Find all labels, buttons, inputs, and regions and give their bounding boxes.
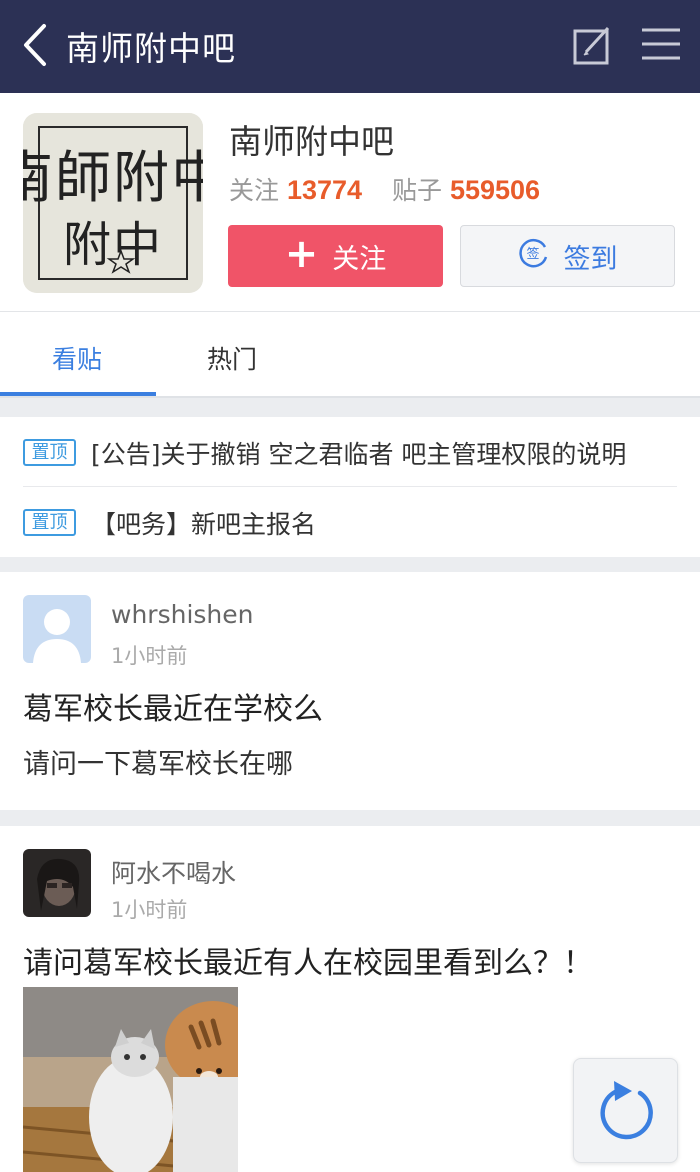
follow-count: 13774 xyxy=(286,175,363,205)
pinned-item[interactable]: 置顶 [公告]关于撤销 空之君临者 吧主管理权限的说明 xyxy=(0,417,700,487)
pinned-list: 置顶 [公告]关于撤销 空之君临者 吧主管理权限的说明 置顶 【吧务】新吧主报名 xyxy=(0,417,700,557)
tab-posts[interactable]: 看贴 xyxy=(52,340,102,376)
pinned-title: [公告]关于撤销 空之君临者 吧主管理权限的说明 xyxy=(91,440,627,469)
logo-lettering: 南師附中 xyxy=(23,146,203,211)
tab-hot[interactable]: 热门 xyxy=(207,340,257,376)
post-title[interactable]: 葛军校长最近在学校么 xyxy=(23,684,323,728)
follow-button[interactable]: + 关注 xyxy=(228,225,443,287)
svg-text:签: 签 xyxy=(526,246,539,262)
post-card[interactable]: whrshishen 1小时前 葛军校长最近在学校么 请问一下葛军校长在哪 xyxy=(0,572,700,810)
forum-logo: 南師附中 附中 xyxy=(23,113,203,293)
post-body: 请问一下葛军校长在哪 xyxy=(23,749,293,780)
refresh-button[interactable] xyxy=(573,1058,678,1163)
menu-icon[interactable] xyxy=(640,26,682,62)
pinned-badge: 置顶 xyxy=(23,509,76,536)
plus-icon: + xyxy=(284,231,319,277)
sign-in-icon: 签 xyxy=(518,237,550,276)
forum-header: 南師附中 附中 南师附中吧 关注 13774 贴子 559506 + 关注 签 … xyxy=(0,93,700,311)
post-count-label: 贴子 xyxy=(391,176,442,205)
divider xyxy=(0,396,700,398)
top-navigation-bar: 南师附中吧 xyxy=(0,0,700,93)
sign-in-button-label: 签到 xyxy=(563,243,618,275)
forum-name: 南师附中吧 xyxy=(229,122,394,161)
post-author[interactable]: 阿水不喝水 xyxy=(111,854,236,890)
edit-icon[interactable] xyxy=(572,24,612,66)
post-author[interactable]: whrshishen xyxy=(111,600,253,629)
pinned-title: 【吧务】新吧主报名 xyxy=(91,510,317,539)
post-title[interactable]: 请问葛军校长最近有人在校园里看到么？！ xyxy=(23,938,593,982)
forum-stats: 关注 13774 贴子 559506 xyxy=(229,171,540,207)
user-avatar[interactable] xyxy=(23,595,91,663)
chevron-left-icon[interactable] xyxy=(18,20,58,70)
post-image[interactable] xyxy=(23,987,238,1172)
svg-text:附中: 附中 xyxy=(63,217,163,273)
post-time: 1小时前 xyxy=(111,898,188,922)
page-title: 南师附中吧 xyxy=(66,29,236,68)
follow-count-label: 关注 xyxy=(229,176,280,205)
follow-button-label: 关注 xyxy=(332,243,387,275)
sign-in-button[interactable]: 签 签到 xyxy=(460,225,675,287)
refresh-icon xyxy=(600,1081,653,1140)
post-time: 1小时前 xyxy=(111,644,188,668)
pinned-badge: 置顶 xyxy=(23,439,76,466)
tab-bar: 看贴 热门 xyxy=(0,311,700,398)
pinned-item[interactable]: 置顶 【吧务】新吧主报名 xyxy=(0,487,700,557)
user-avatar[interactable] xyxy=(23,849,91,917)
post-count: 559506 xyxy=(449,175,541,205)
